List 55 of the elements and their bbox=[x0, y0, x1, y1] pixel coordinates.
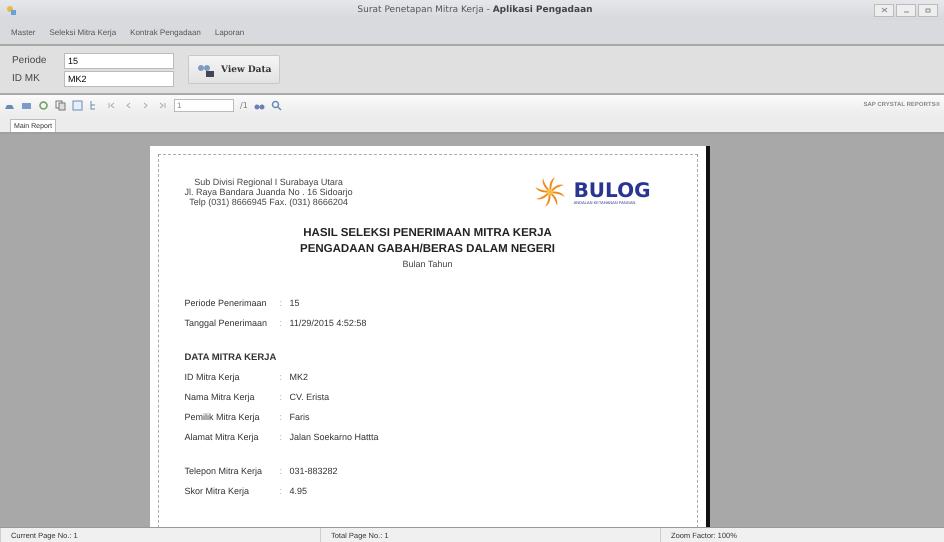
input-field[interactable]: MK2 bbox=[64, 70, 174, 86]
report-title: PENGADAAN GABAH/BERAS DALAM NEGERI bbox=[300, 243, 555, 255]
colon: : bbox=[280, 465, 284, 478]
field-label: Skor Mitra Kerja bbox=[184, 485, 250, 498]
field-label: Periode bbox=[12, 55, 48, 66]
copy-icon[interactable] bbox=[55, 100, 66, 110]
minimize-button[interactable] bbox=[896, 4, 916, 16]
zoom-icon[interactable] bbox=[270, 100, 282, 110]
view-data-button[interactable]: View Data bbox=[188, 55, 280, 84]
field-label: Nama Mitra Kerja bbox=[184, 391, 256, 404]
page-total: /1 bbox=[240, 100, 248, 110]
address-line: Jl. Raya Bandara Juanda No . 16 Sidoarjo bbox=[184, 187, 353, 197]
colon: : bbox=[280, 485, 284, 498]
field-label: ID Mitra Kerja bbox=[184, 371, 241, 384]
window-title: Surat Penetapan Mitra Kerja - Aplikasi Pengadaan bbox=[356, 5, 594, 15]
field-value: 4.95 bbox=[290, 485, 308, 498]
colon: : bbox=[280, 371, 284, 384]
restore-button[interactable] bbox=[918, 4, 938, 16]
logo-name: BULOG bbox=[574, 180, 650, 200]
field-value: Jalan Soekarno Hattta bbox=[290, 431, 380, 444]
report-subtitle: Bulan Tahun bbox=[402, 259, 452, 269]
report-title: HASIL SELEKSI PENERIMAAN MITRA KERJA bbox=[303, 227, 552, 239]
colon: : bbox=[280, 431, 284, 444]
field-label: Telepon Mitra Kerja bbox=[184, 465, 264, 478]
field-label: Periode Penerimaan bbox=[184, 297, 268, 310]
first-page-icon[interactable] bbox=[106, 100, 117, 110]
colon: : bbox=[280, 391, 284, 404]
field-label: ID MK bbox=[12, 73, 41, 84]
field-value: 11/29/2015 4:52:58 bbox=[290, 317, 368, 330]
app-icon bbox=[6, 5, 16, 15]
field-value: 031-883282 bbox=[290, 465, 339, 478]
colon: : bbox=[280, 297, 284, 310]
address-line: Sub Divisi Regional I Surabaya Utara bbox=[194, 177, 343, 187]
restore-icon bbox=[924, 7, 932, 13]
field-value: MK2 bbox=[290, 371, 310, 384]
section-heading: DATA MITRA KERJA bbox=[184, 350, 278, 364]
input-field[interactable]: 15 bbox=[64, 52, 174, 68]
refresh-icon[interactable] bbox=[38, 100, 49, 110]
last-page-icon[interactable] bbox=[157, 100, 168, 110]
field-label: Alamat Mitra Kerja bbox=[184, 431, 260, 444]
field-value: CV. Erista bbox=[290, 391, 330, 404]
menu-item[interactable]: Seleksi Mitra Kerja bbox=[42, 28, 124, 36]
close-button[interactable] bbox=[874, 4, 894, 16]
page-number-field[interactable]: 1 bbox=[174, 98, 234, 112]
menu-item[interactable]: Laporan bbox=[208, 28, 252, 36]
colon: : bbox=[280, 317, 284, 330]
address-line: Telp (031) 8666945 Fax. (031) 8666204 bbox=[189, 197, 348, 207]
menu-item[interactable]: Master bbox=[4, 28, 42, 36]
field-label: Tanggal Penerimaan bbox=[184, 317, 268, 330]
field-value: 15 bbox=[290, 297, 301, 310]
close-icon bbox=[880, 7, 888, 13]
field-label: Pemilik Mitra Kerja bbox=[184, 411, 261, 424]
field-value: Faris bbox=[290, 411, 310, 424]
colon: : bbox=[280, 411, 284, 424]
menu-item[interactable]: Kontrak Pengadaan bbox=[123, 28, 208, 36]
